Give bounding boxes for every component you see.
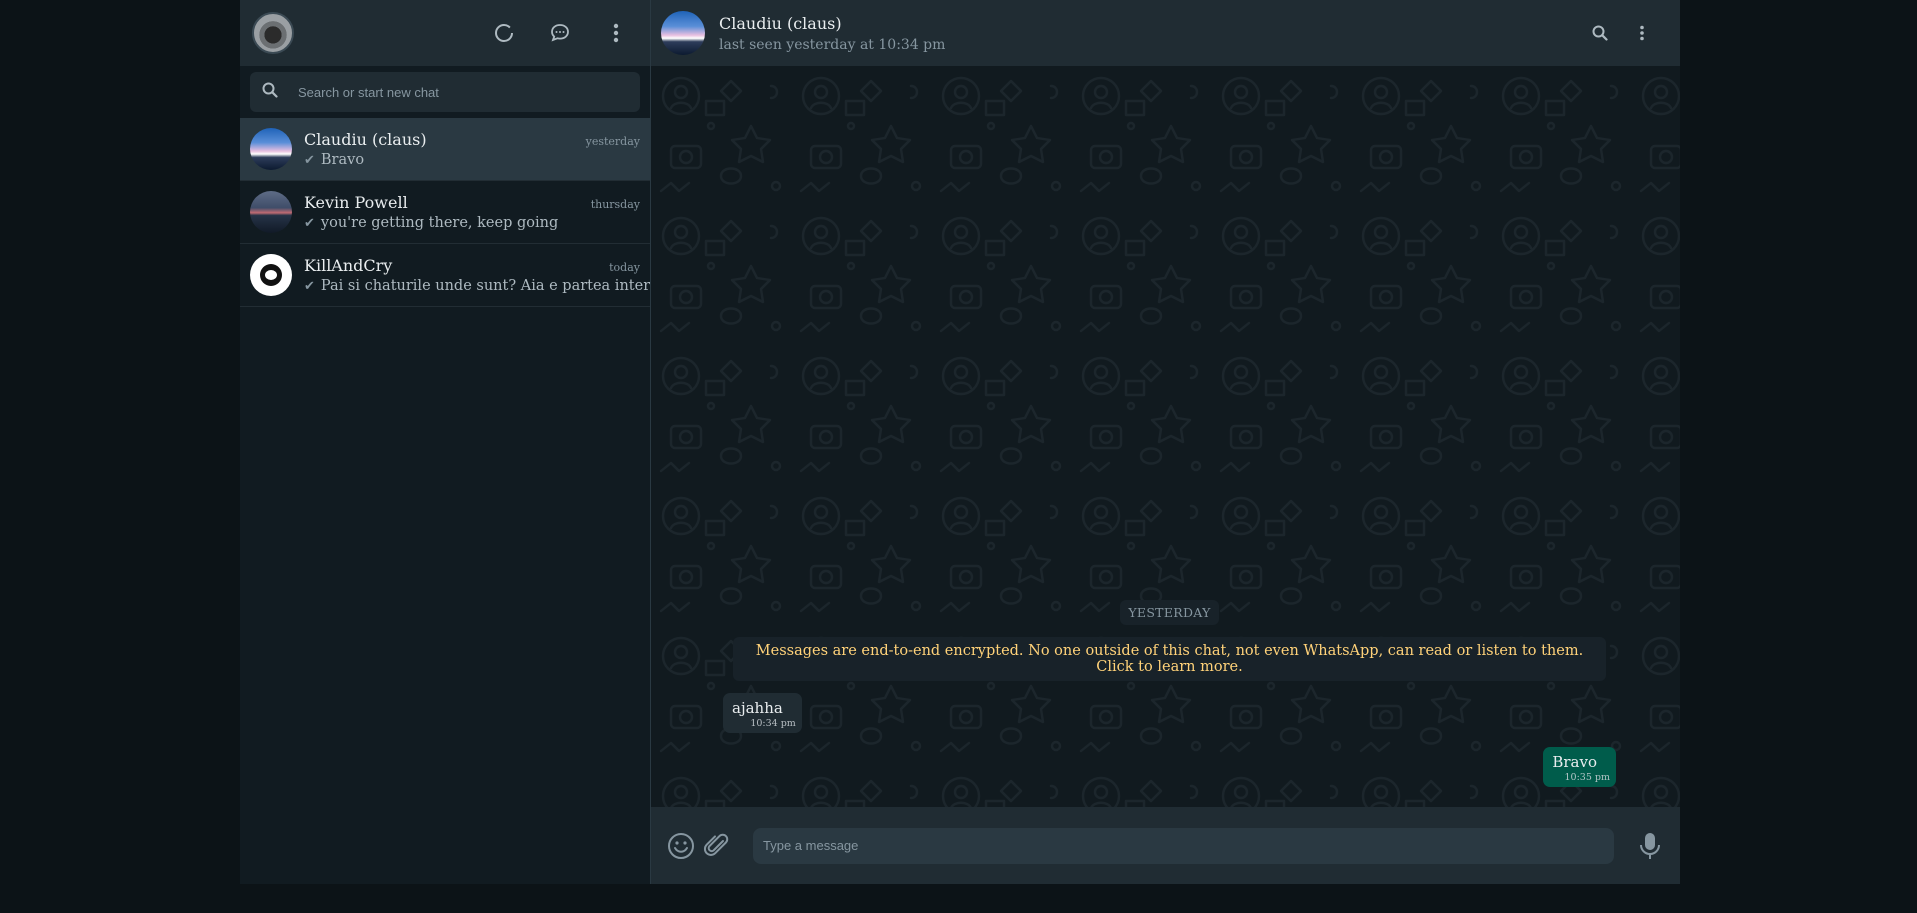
message-text: ajahha xyxy=(732,699,783,717)
message-area[interactable]: YESTERDAY Messages are end-to-end encryp… xyxy=(651,66,1680,807)
chat-time: yesterday xyxy=(585,135,640,148)
my-profile-avatar[interactable] xyxy=(252,12,294,54)
message-row-outgoing: Bravo 10:35 pm xyxy=(733,747,1616,787)
kebab-menu-icon[interactable] xyxy=(1626,17,1658,49)
conversation-panel: Claudiu (claus) last seen yesterday at 1… xyxy=(651,0,1680,884)
message-time: 10:35 pm xyxy=(1564,772,1611,783)
microphone-icon[interactable] xyxy=(1632,828,1668,864)
search-icon xyxy=(262,82,278,102)
message-row-incoming: ajahha 10:34 pm xyxy=(723,693,1606,733)
whatsapp-app: Claudiu (claus) yesterday ✔ Bravo Kevin … xyxy=(240,0,1680,884)
message-input[interactable] xyxy=(753,827,1614,864)
emoji-icon[interactable] xyxy=(663,828,699,864)
chat-item-claudiu[interactable]: Claudiu (claus) yesterday ✔ Bravo xyxy=(240,118,650,181)
chat-item-body: Claudiu (claus) yesterday ✔ Bravo xyxy=(304,130,650,168)
encryption-notice[interactable]: Messages are end-to-end encrypted. No on… xyxy=(733,637,1606,681)
chat-name: Claudiu (claus) xyxy=(304,130,427,149)
search-bar xyxy=(240,66,650,118)
message-bubble-incoming[interactable]: ajahha 10:34 pm xyxy=(723,693,802,733)
message-text: Bravo xyxy=(1552,753,1597,771)
chat-name: KillAndCry xyxy=(304,256,393,275)
contact-info[interactable]: Claudiu (claus) last seen yesterday at 1… xyxy=(719,14,945,53)
search-icon[interactable] xyxy=(1584,17,1616,49)
avatar xyxy=(250,254,292,296)
date-separator: YESTERDAY xyxy=(1120,600,1219,625)
avatar xyxy=(250,191,292,233)
last-seen-status: last seen yesterday at 10:34 pm xyxy=(719,36,946,53)
sidebar-actions xyxy=(488,0,632,66)
sent-check-icon: ✔ xyxy=(304,278,315,294)
chat-time: today xyxy=(609,261,640,274)
chat-bubble-icon[interactable] xyxy=(544,17,576,49)
message-time: 10:34 pm xyxy=(750,718,796,729)
chat-list: Claudiu (claus) yesterday ✔ Bravo Kevin … xyxy=(240,118,650,884)
sidebar-header xyxy=(240,0,650,66)
avatar xyxy=(250,128,292,170)
conversation-header[interactable]: Claudiu (claus) last seen yesterday at 1… xyxy=(651,0,1680,66)
kebab-menu-icon[interactable] xyxy=(600,17,632,49)
conversation-actions xyxy=(1584,0,1658,66)
search-input[interactable] xyxy=(296,83,628,101)
paperclip-icon[interactable] xyxy=(699,828,735,864)
chat-item-kevin-powell[interactable]: Kevin Powell thursday ✔ you're getting t… xyxy=(240,181,650,244)
chat-preview: Pai si chaturile unde sunt? Aia e partea… xyxy=(320,278,650,294)
chat-preview: you're getting there, keep going xyxy=(320,215,559,231)
message-list: YESTERDAY Messages are end-to-end encryp… xyxy=(651,600,1680,801)
contact-name: Claudiu (claus) xyxy=(719,13,842,33)
chat-preview: Bravo xyxy=(320,152,365,168)
chat-item-body: KillAndCry today ✔ Pai si chaturile unde… xyxy=(304,256,650,294)
sent-check-icon: ✔ xyxy=(304,215,315,231)
chat-time: thursday xyxy=(590,198,640,211)
chat-item-body: Kevin Powell thursday ✔ you're getting t… xyxy=(304,193,650,231)
sidebar: Claudiu (claus) yesterday ✔ Bravo Kevin … xyxy=(240,0,651,884)
panda-logo-icon xyxy=(260,264,282,286)
search-box xyxy=(250,72,640,112)
message-composer xyxy=(651,807,1680,884)
sent-check-icon: ✔ xyxy=(304,152,315,168)
contact-avatar[interactable] xyxy=(661,11,705,55)
status-ring-icon[interactable] xyxy=(488,17,520,49)
chat-name: Kevin Powell xyxy=(304,193,408,212)
message-bubble-outgoing[interactable]: Bravo 10:35 pm xyxy=(1543,747,1616,787)
chat-item-killandcry[interactable]: KillAndCry today ✔ Pai si chaturile unde… xyxy=(240,244,650,307)
